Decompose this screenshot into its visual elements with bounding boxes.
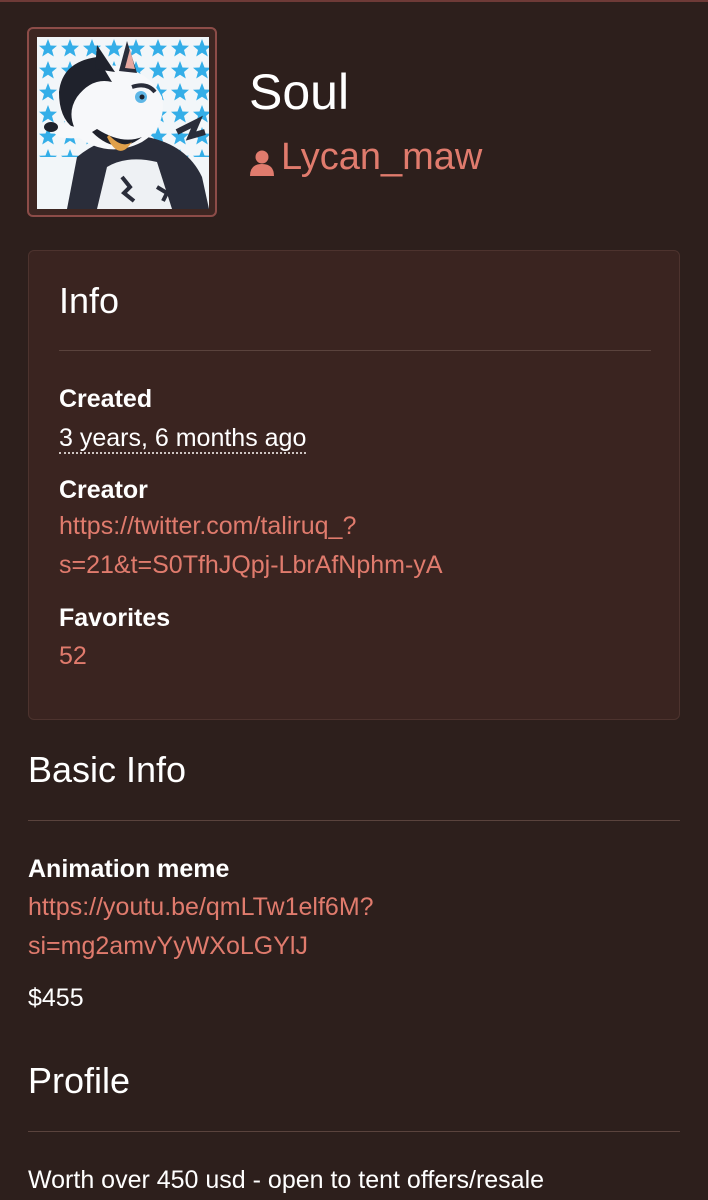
profile-divider bbox=[28, 1131, 680, 1132]
avatar-frame[interactable] bbox=[27, 27, 217, 217]
price-text: $455 bbox=[28, 984, 84, 1012]
profile-title: Profile bbox=[28, 1060, 131, 1101]
character-avatar[interactable] bbox=[37, 37, 209, 209]
creator-link-line1: https://twitter.com/taliruq_? bbox=[59, 512, 357, 540]
created-value: 3 years, 6 months ago bbox=[59, 419, 307, 458]
character-name: Soul bbox=[249, 64, 350, 120]
favorites-label: Favorites bbox=[59, 604, 171, 632]
info-divider bbox=[59, 350, 651, 351]
creator-link-line2: s=21&t=S0TfhJQpj-LbrAfNphm-yA bbox=[59, 551, 443, 579]
created-timestamp[interactable]: 3 years, 6 months ago bbox=[59, 424, 307, 454]
creator-label: Creator bbox=[59, 476, 148, 504]
creator-link[interactable]: https://twitter.com/taliruq_? s=21&t=S0T… bbox=[59, 507, 443, 585]
profile-text: Worth over 450 usd - open to tent offers… bbox=[28, 1166, 545, 1194]
animation-meme-link[interactable]: https://youtu.be/qmLTw1elf6M? si=mg2amvY… bbox=[28, 888, 374, 966]
basic-info-divider bbox=[28, 820, 680, 821]
user-icon bbox=[249, 143, 275, 176]
basic-info-title: Basic Info bbox=[28, 749, 187, 790]
info-title: Info bbox=[59, 280, 120, 321]
top-border bbox=[0, 0, 708, 2]
owner-link[interactable]: Lycan_maw bbox=[249, 135, 482, 179]
info-card: Info Created 3 years, 6 months ago Creat… bbox=[28, 250, 680, 720]
owner-name: Lycan_maw bbox=[281, 136, 483, 178]
animation-link-line1: https://youtu.be/qmLTw1elf6M? bbox=[28, 893, 374, 921]
animation-meme-label: Animation meme bbox=[28, 855, 230, 883]
animation-link-line2: si=mg2amvYyWXoLGYlJ bbox=[28, 932, 308, 960]
favorites-count[interactable]: 52 bbox=[59, 637, 87, 676]
created-label: Created bbox=[59, 385, 153, 413]
